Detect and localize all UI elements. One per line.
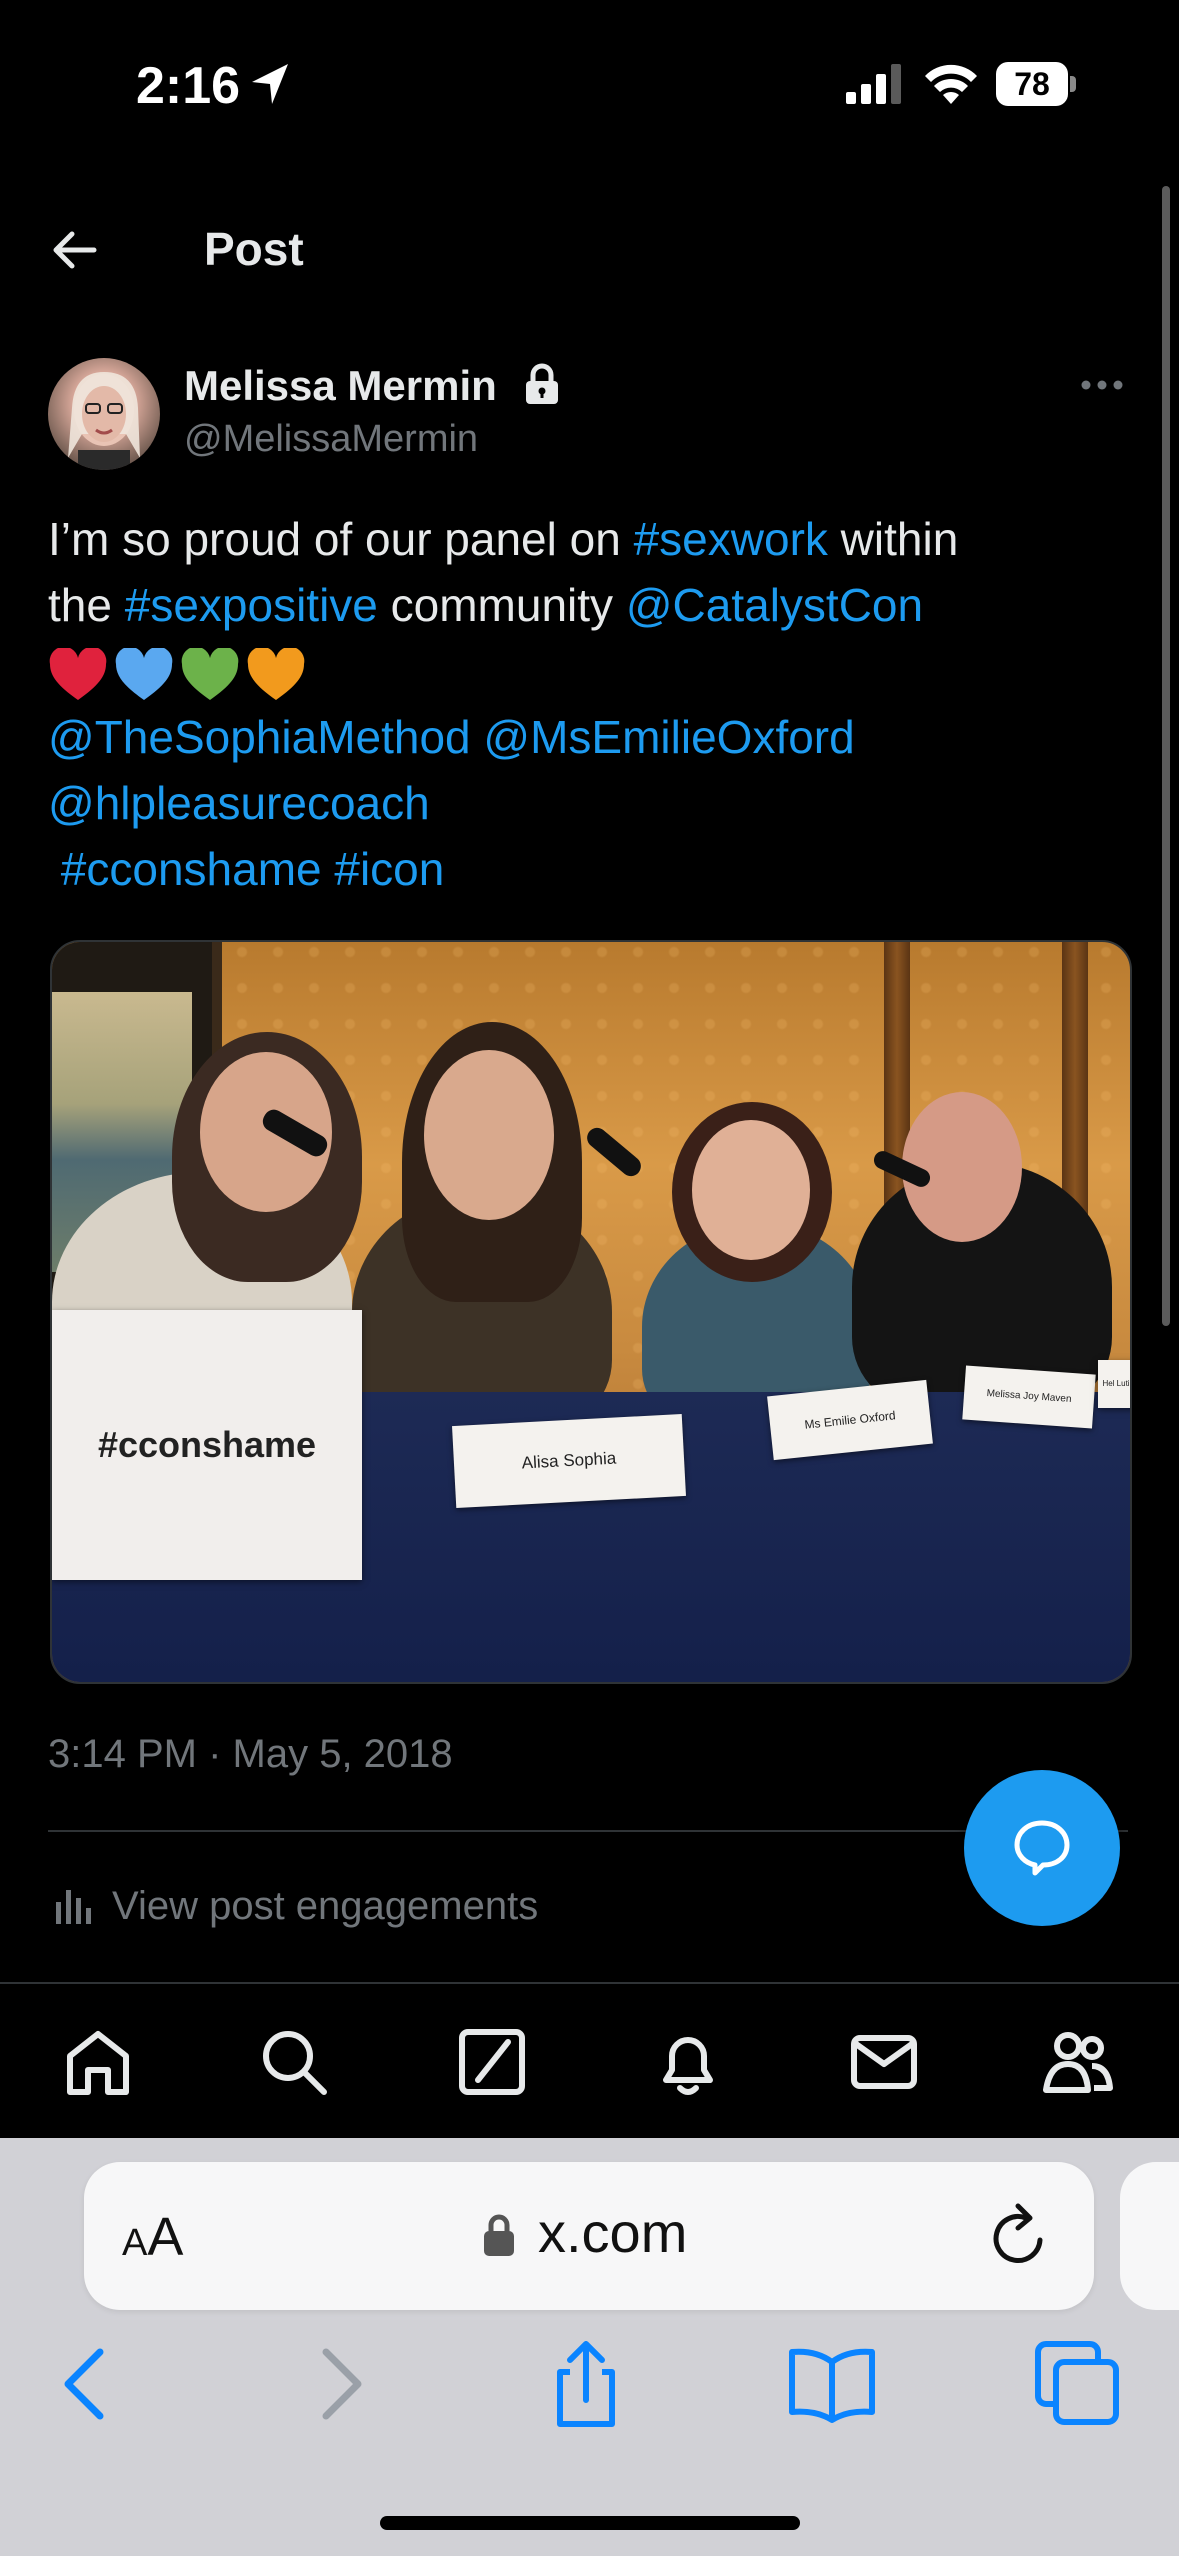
scrollbar[interactable] — [1162, 186, 1170, 1326]
next-tab-preview[interactable] — [1120, 2162, 1179, 2310]
aa-small: A — [122, 2222, 148, 2264]
wifi-icon — [925, 64, 977, 104]
photo-sign: Hel Lutis — [1098, 1360, 1130, 1408]
mention-link[interactable]: @CatalystCon — [626, 579, 923, 631]
compose-reply-icon — [1014, 1820, 1070, 1876]
photo-sign: Alisa Sophia — [452, 1414, 686, 1508]
battery-icon: 78 — [996, 62, 1078, 108]
hashtag-link[interactable]: #sexpositive — [125, 579, 378, 631]
text-segment: I’m so proud of our panel on — [48, 513, 634, 565]
bottom-tab-bar — [0, 1984, 1179, 2138]
safari-forward-icon[interactable] — [294, 2338, 386, 2430]
hashtag-link[interactable]: #cconshame #icon — [48, 836, 1118, 902]
heart-icons — [48, 647, 306, 702]
lock-icon — [484, 2214, 514, 2256]
aa-big: A — [147, 2207, 184, 2267]
mail-icon[interactable] — [848, 2026, 920, 2098]
url-field[interactable]: x.com — [538, 2200, 687, 2265]
post-text: I’m so proud of our panel on #sexwork wi… — [48, 506, 1118, 902]
author-handle[interactable]: @MelissaMermin — [184, 418, 478, 461]
bell-icon[interactable] — [652, 2026, 724, 2098]
safari-back-icon[interactable] — [40, 2338, 132, 2430]
tabs-icon[interactable] — [1032, 2338, 1124, 2430]
status-time: 2:16 — [136, 57, 241, 115]
search-icon[interactable] — [258, 2026, 330, 2098]
reader-options-button[interactable]: AA — [122, 2206, 183, 2268]
text-segment: community — [377, 579, 626, 631]
post-timestamp[interactable]: 3:14 PM · May 5, 2018 — [48, 1732, 453, 1777]
location-arrow-icon — [252, 64, 288, 104]
page-title: Post — [204, 223, 304, 275]
reply-fab-button[interactable] — [964, 1770, 1120, 1926]
author-name[interactable]: Melissa Mermin — [184, 362, 497, 410]
reload-icon[interactable] — [990, 2200, 1052, 2270]
home-icon[interactable] — [62, 2026, 134, 2098]
avatar[interactable] — [48, 358, 160, 470]
grok-icon[interactable] — [456, 2026, 528, 2098]
mention-link[interactable]: @TheSophiaMethod @MsEmilieOxford — [48, 704, 1118, 770]
blue-heart-icon — [115, 647, 173, 700]
more-icon[interactable] — [1080, 378, 1124, 392]
engagements-icon[interactable] — [54, 1884, 92, 1924]
red-heart-icon — [49, 647, 107, 700]
communities-icon[interactable] — [1042, 2026, 1114, 2098]
share-icon[interactable] — [540, 2338, 632, 2430]
text-segment: the — [48, 579, 125, 631]
back-arrow-icon[interactable] — [48, 224, 100, 276]
battery-level: 78 — [996, 62, 1068, 106]
photo-sign: Melissa Joy Maven — [962, 1365, 1096, 1429]
signal-icon — [846, 64, 901, 104]
text-segment: within — [827, 513, 959, 565]
orange-heart-icon — [247, 647, 305, 700]
photo-sign: #cconshame — [52, 1310, 362, 1580]
view-engagements-link[interactable]: View post engagements — [112, 1884, 538, 1929]
hashtag-link[interactable]: #sexwork — [634, 513, 828, 565]
home-indicator — [380, 2516, 800, 2530]
mention-link[interactable]: @hlpleasurecoach — [48, 770, 1118, 836]
bookmarks-icon[interactable] — [786, 2338, 878, 2430]
green-heart-icon — [181, 647, 239, 700]
lock-icon — [526, 363, 558, 404]
post-photo[interactable]: #cconshame Alisa Sophia Ms Emilie Oxford… — [50, 940, 1132, 1684]
